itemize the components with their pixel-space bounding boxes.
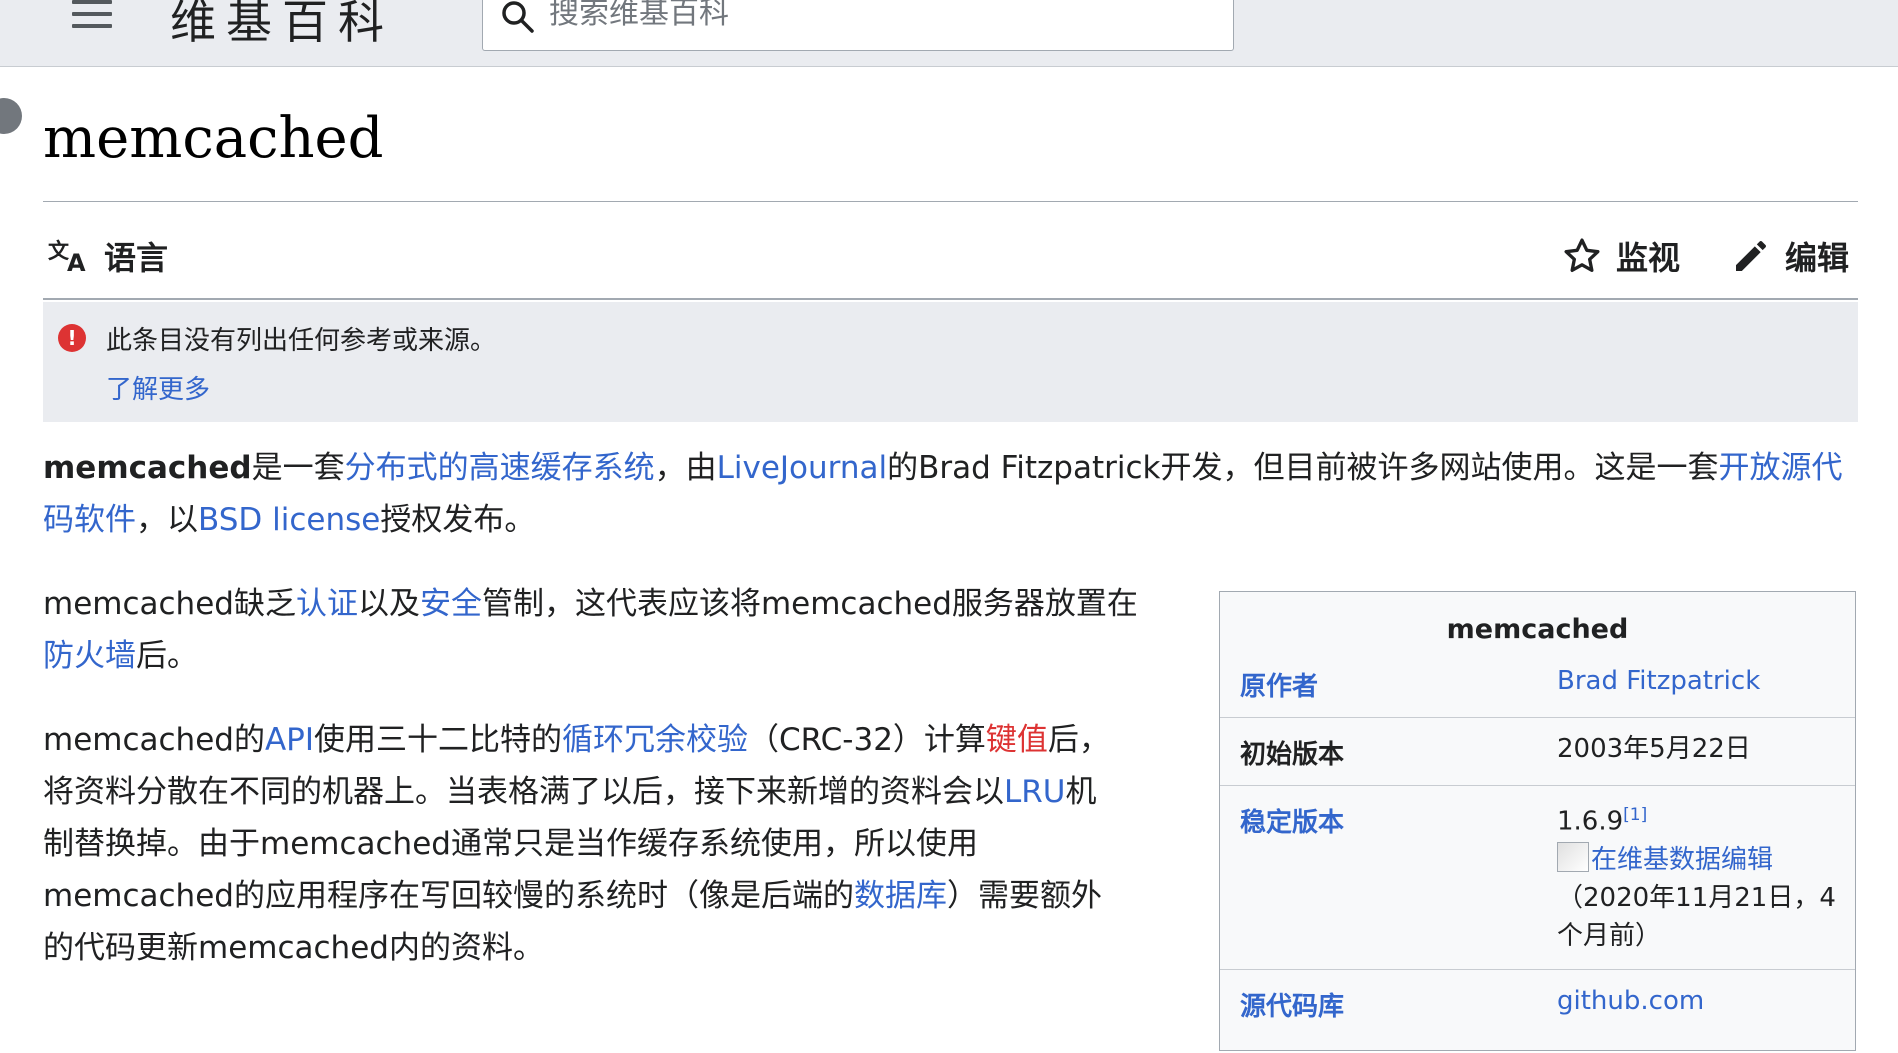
- page-toolbar: 文 A 语言 监视 编辑: [43, 205, 1858, 300]
- exclamation-icon: !: [58, 324, 86, 352]
- hamburger-menu-icon[interactable]: [72, 0, 112, 30]
- link-brad-fitzpatrick[interactable]: Brad Fitzpatrick: [1557, 666, 1760, 696]
- text-run: memcached的: [43, 722, 265, 758]
- infobox-row-stable-release: 稳定版本 1.6.9[1] 在维基数据编辑 （2020年11月21日，4 个月前…: [1220, 785, 1855, 970]
- no-references-notice: ! 此条目没有列出任何参考或来源。 了解更多: [43, 302, 1858, 422]
- link-distributed-cache[interactable]: 分布式的高速缓存系统: [345, 450, 655, 486]
- infobox-label-repository[interactable]: 源代码库: [1240, 986, 1344, 1023]
- page-title: memcached: [43, 106, 384, 171]
- stable-version-number: 1.6.9: [1557, 806, 1624, 837]
- link-api[interactable]: API: [265, 722, 314, 758]
- sidebar-toggle-handle[interactable]: [0, 98, 22, 134]
- infobox-label-author[interactable]: 原作者: [1240, 666, 1318, 703]
- infobox-row-repository: 源代码库 github.com: [1220, 969, 1855, 1053]
- infobox-value-repository: github.com: [1557, 982, 1704, 1020]
- link-livejournal[interactable]: LiveJournal: [717, 450, 888, 486]
- text-run: ）需要额外: [946, 878, 1102, 914]
- infobox-value-initial-release: 2003年5月22日: [1557, 734, 1751, 764]
- search-box[interactable]: [482, 0, 1234, 51]
- link-firewall[interactable]: 防火墙: [43, 638, 136, 674]
- infobox-label-stable-release[interactable]: 稳定版本: [1240, 802, 1344, 839]
- link-crc[interactable]: 循环冗余校验: [562, 722, 748, 758]
- intro-paragraph: memcached是一套分布式的高速缓存系统，由LiveJournal的Brad…: [43, 442, 1858, 546]
- term-bold: memcached: [43, 450, 252, 486]
- title-divider: [43, 201, 1858, 202]
- toolbar-divider: [43, 298, 1858, 300]
- text-run: 授权发布。: [380, 502, 536, 538]
- infobox-title: memcached: [1446, 614, 1629, 645]
- text-run: 后，: [1047, 722, 1110, 758]
- infobox-row-initial-release: 初始版本 2003年5月22日: [1220, 717, 1855, 785]
- svg-text:A: A: [67, 249, 86, 274]
- wikidata-image-icon: [1557, 841, 1589, 872]
- infobox-value-author: Brad Fitzpatrick: [1557, 662, 1760, 700]
- text-run: 将资料分散在不同的机器上。当表格满了以后，接下来新增的资料会以: [43, 774, 1004, 810]
- text-run: ，以: [136, 502, 198, 538]
- text-run: memcached的应用程序在写回较慢的系统时（像是后端的: [43, 878, 854, 914]
- language-button[interactable]: 文 A 语言: [48, 233, 168, 279]
- text-run: 管制，这代表应该将memcached服务器放置在: [481, 586, 1138, 622]
- text-run: ，由: [654, 450, 717, 486]
- reference-link[interactable]: [1]: [1623, 805, 1647, 825]
- header-bar: 维基百科: [0, 0, 1898, 67]
- text-run: 的Brad Fitzpatrick开发，但目前被许多网站使用。这是一套: [887, 450, 1719, 486]
- wikidata-edit-link[interactable]: 在维基数据编辑: [1557, 841, 1774, 875]
- api-paragraph: memcached的API使用三十二比特的循环冗余校验（CRC-32）计算键值后…: [43, 714, 1193, 974]
- notice-learn-more-link[interactable]: 了解更多: [106, 369, 210, 406]
- link-open-source-part1[interactable]: 开放源代: [1718, 450, 1842, 486]
- watch-label: 监视: [1616, 239, 1681, 277]
- text-run: 机: [1065, 774, 1097, 810]
- infobox-value-stable-release: 1.6.9[1] 在维基数据编辑 （2020年11月21日，4 个月前）: [1557, 796, 1847, 955]
- link-bsd-license[interactable]: BSD license: [198, 502, 380, 538]
- text-run: 以及: [357, 586, 420, 622]
- text-run: 是一套: [251, 450, 345, 486]
- language-label: 语言: [104, 239, 169, 277]
- security-paragraph: memcached缺乏认证以及安全管制，这代表应该将memcached服务器放置…: [43, 578, 1193, 682]
- wikidata-edit-label: 在维基数据编辑: [1591, 844, 1774, 875]
- link-github[interactable]: github.com: [1557, 986, 1704, 1016]
- stable-date-line1: （2020年11月21日，4: [1557, 882, 1836, 913]
- text-run: 制替换掉。由于memcached通常只是当作缓存系统使用，所以使用: [43, 826, 978, 862]
- link-security[interactable]: 安全: [420, 586, 482, 622]
- language-icon: 文 A: [48, 238, 90, 274]
- watch-button[interactable]: 监视: [1562, 233, 1680, 279]
- pencil-icon: [1731, 236, 1771, 276]
- link-open-source-part2[interactable]: 码软件: [43, 502, 136, 538]
- edit-label: 编辑: [1785, 239, 1850, 277]
- link-key-value-missing[interactable]: 键值: [986, 722, 1048, 758]
- text-run: 后。: [136, 638, 198, 674]
- link-database[interactable]: 数据库: [854, 878, 947, 914]
- text-run: 的代码更新memcached内的资料。: [43, 930, 544, 966]
- edit-button[interactable]: 编辑: [1731, 233, 1849, 279]
- search-input[interactable]: [549, 0, 1199, 30]
- search-icon: [501, 0, 535, 38]
- site-wordmark[interactable]: 维基百科: [170, 0, 394, 52]
- stable-date-line2: 个月前）: [1557, 920, 1662, 951]
- infobox-label-initial-release: 初始版本: [1240, 740, 1345, 770]
- star-icon: [1562, 236, 1602, 276]
- text-run: （CRC-32）计算: [748, 722, 986, 758]
- text-run: 使用三十二比特的: [314, 722, 562, 758]
- link-lru[interactable]: LRU: [1004, 774, 1066, 810]
- link-authentication[interactable]: 认证: [296, 586, 358, 622]
- software-infobox: memcached 原作者 Brad Fitzpatrick 初始版本 2003…: [1219, 591, 1856, 1051]
- notice-text: 此条目没有列出任何参考或来源。: [106, 326, 497, 356]
- text-run: memcached缺乏: [43, 586, 296, 622]
- infobox-row-author: 原作者 Brad Fitzpatrick: [1220, 650, 1855, 717]
